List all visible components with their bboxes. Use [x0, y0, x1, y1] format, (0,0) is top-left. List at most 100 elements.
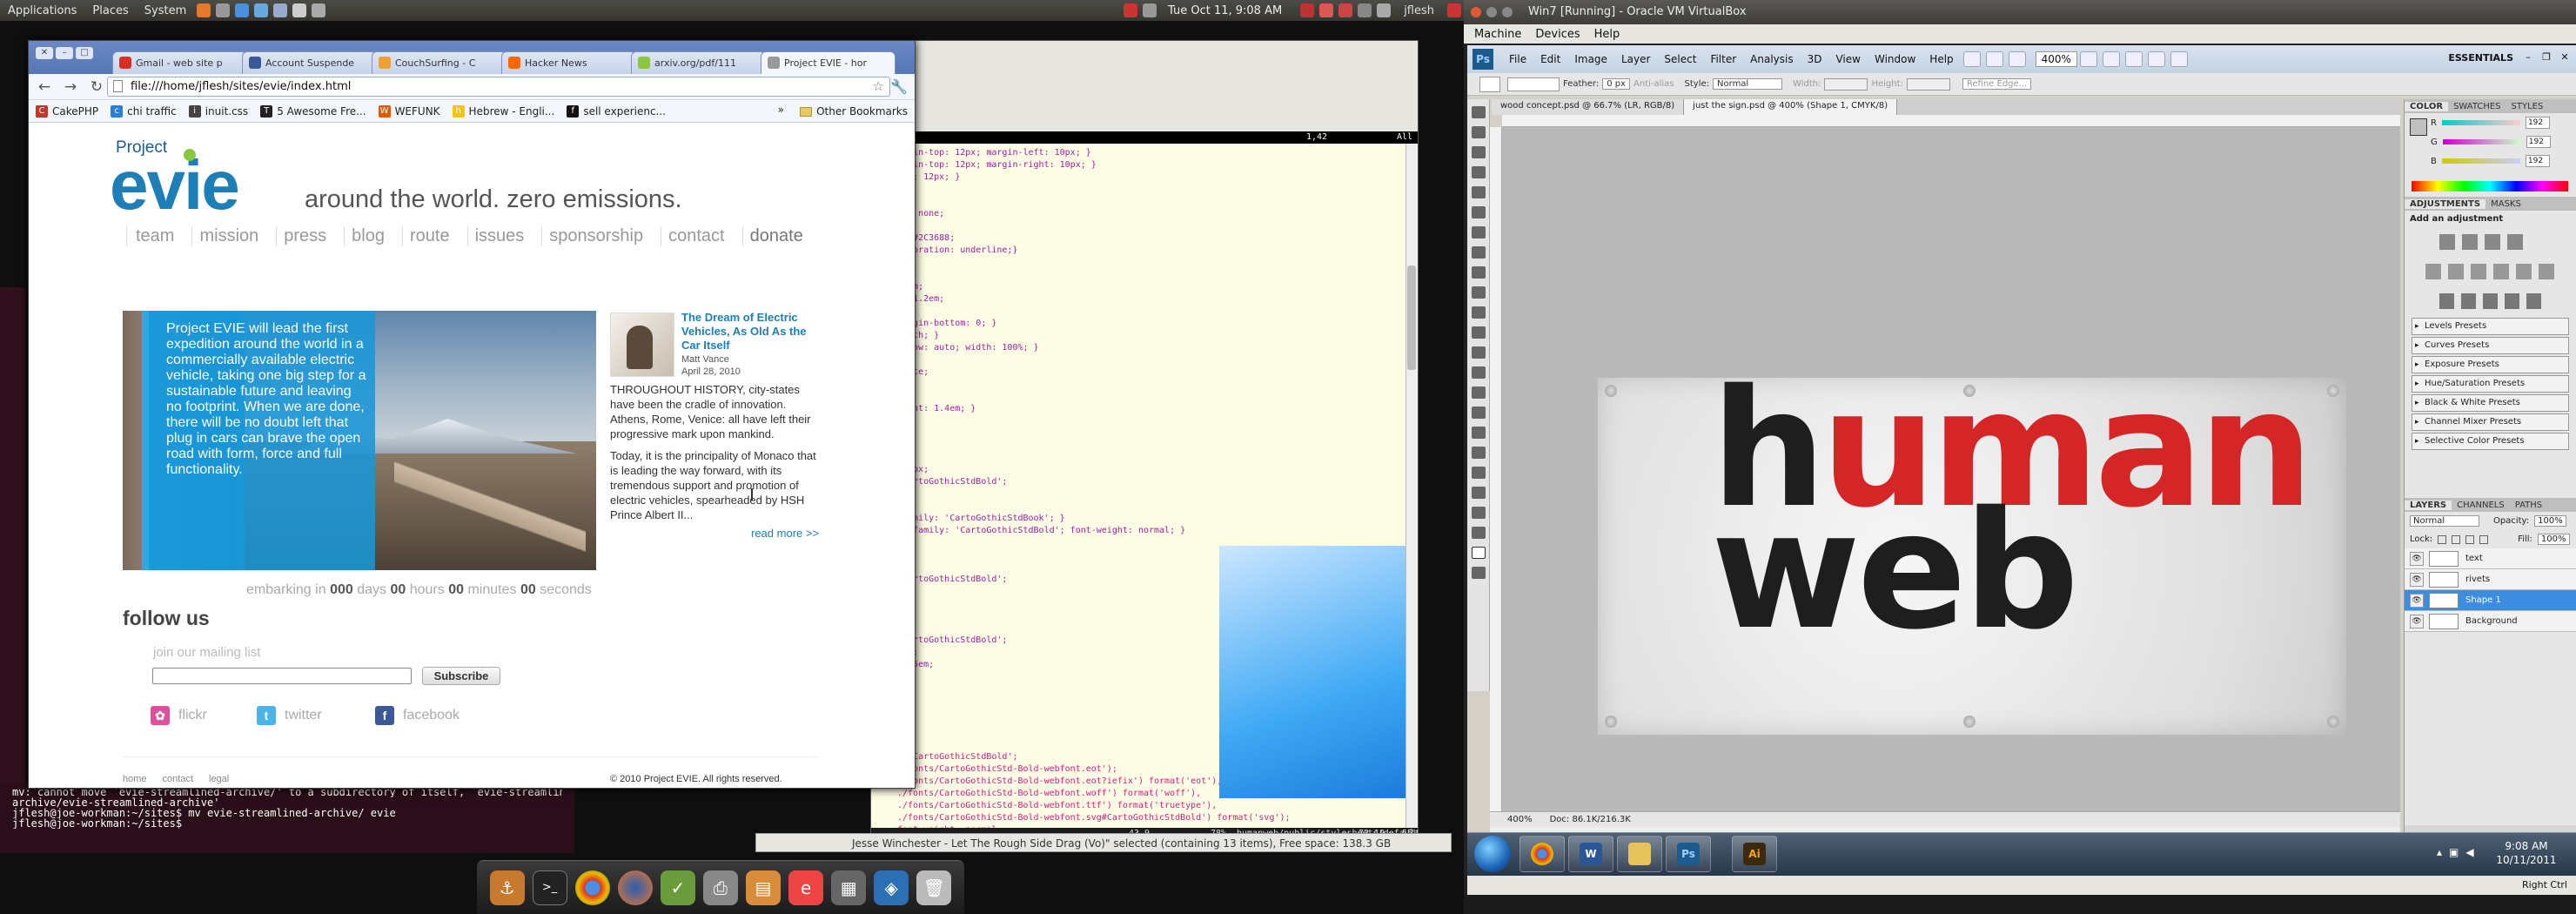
nav-sponsorship[interactable]: sponsorship: [541, 226, 654, 246]
menu-applications[interactable]: Applications: [0, 4, 84, 17]
nav-contact[interactable]: contact: [661, 226, 735, 246]
close-window-icon[interactable]: [1471, 7, 1481, 17]
news-title-link[interactable]: The Dream of Electric Vehicles, As Old A…: [681, 311, 821, 353]
maximize-window-icon[interactable]: [1502, 7, 1513, 17]
thunderbird-launcher-icon[interactable]: [216, 3, 231, 17]
brightness-icon[interactable]: [2439, 234, 2455, 250]
chrome-icon[interactable]: [574, 870, 610, 905]
screen-mode-icon[interactable]: [2170, 51, 2188, 67]
news-thumbnail[interactable]: [610, 313, 674, 377]
indicator-icon[interactable]: [1124, 3, 1137, 17]
nav-issues[interactable]: issues: [466, 226, 535, 246]
browser-tab[interactable]: CouchSurfing - C: [372, 51, 506, 74]
maximize-window-icon[interactable]: □: [76, 47, 93, 59]
ps-menu-3d[interactable]: 3D: [1808, 53, 1822, 65]
gradient-map-icon[interactable]: [2505, 293, 2519, 309]
menu-system[interactable]: System: [137, 4, 194, 17]
tab-styles[interactable]: STYLES: [2506, 102, 2549, 111]
nav-blog[interactable]: blog: [344, 226, 395, 246]
move-tool-icon[interactable]: [1472, 106, 1486, 118]
invert-icon[interactable]: [2439, 293, 2454, 309]
layer-row[interactable]: 👁 rivets: [2405, 569, 2576, 590]
color-r-input[interactable]: 192: [2525, 117, 2550, 129]
minimize-window-icon[interactable]: –: [56, 47, 73, 59]
bookmark-item[interactable]: i inuit.css: [188, 104, 248, 118]
tray-arrow-icon[interactable]: ▴: [2437, 846, 2442, 858]
volume-icon[interactable]: [1377, 3, 1392, 17]
color-swatch-icon[interactable]: [1472, 547, 1486, 559]
ps-menu-analysis[interactable]: Analysis: [1750, 53, 1793, 65]
close-window-icon[interactable]: ✕: [36, 47, 53, 59]
layer-row[interactable]: 👁 text: [2405, 548, 2576, 569]
terminal-icon[interactable]: >_: [532, 870, 567, 905]
levels-icon[interactable]: [2462, 234, 2478, 250]
nav-route[interactable]: route: [401, 226, 460, 246]
code-editor-window[interactable]: 1,42 All argin-top: 12px; margin-left: 1…: [870, 40, 1419, 841]
read-more-link[interactable]: read more >>: [751, 527, 819, 540]
bookmark-item[interactable]: C CakePHP: [36, 104, 98, 118]
nav-press[interactable]: press: [276, 226, 337, 246]
selective-color-icon[interactable]: [2526, 293, 2541, 309]
zoom-tool-icon[interactable]: [2102, 51, 2120, 67]
document-canvas[interactable]: human web: [1502, 127, 2400, 811]
tray-icon[interactable]: [1300, 3, 1315, 17]
history-brush-icon[interactable]: [1472, 286, 1486, 299]
rotate-view-icon[interactable]: [2124, 51, 2143, 67]
folder-icon[interactable]: ▤: [746, 870, 781, 905]
adjustment-preset-item[interactable]: Levels Presets: [2412, 318, 2569, 335]
browser-tab[interactable]: arxiv.org/pdf/111: [631, 51, 766, 74]
lock-transparent-icon[interactable]: [2438, 534, 2447, 544]
chrome-browser-window[interactable]: ✕ – □ Gmail - web site p Account Suspende…: [28, 40, 916, 789]
browser-tab[interactable]: Project EVIE - hor: [761, 51, 896, 74]
quick-mask-icon[interactable]: [1472, 567, 1486, 579]
visibility-eye-icon[interactable]: 👁: [2410, 551, 2424, 566]
browser-tab[interactable]: Account Suspende: [242, 51, 377, 74]
shape-tool-icon[interactable]: [1472, 447, 1486, 459]
menu-places[interactable]: Places: [84, 4, 136, 17]
hue-saturation-icon[interactable]: [2448, 264, 2464, 279]
ps-menu-view[interactable]: View: [1835, 53, 1860, 65]
posterize-icon[interactable]: [2461, 293, 2476, 309]
mail-icon[interactable]: e: [788, 870, 824, 905]
windows-clock[interactable]: 9:08 AM 10/11/2011: [2496, 839, 2557, 867]
scroll-thumb[interactable]: [1407, 265, 1416, 370]
trash-icon[interactable]: 🗑: [916, 870, 952, 905]
layer-row[interactable]: 👁 Background: [2405, 611, 2576, 632]
3d-orbit-icon[interactable]: [1472, 487, 1486, 499]
quick-select-tool-icon[interactable]: [1472, 166, 1486, 178]
ps-menu-filter[interactable]: Filter: [1710, 53, 1736, 65]
tab-masks[interactable]: MASKS: [2485, 199, 2526, 209]
height-input[interactable]: [1906, 77, 1950, 91]
calculator-launcher-icon[interactable]: [312, 3, 326, 17]
chrome-launcher-icon[interactable]: [235, 3, 250, 17]
ruler-vertical[interactable]: [1490, 127, 1502, 811]
tab-color[interactable]: COLOR: [2405, 101, 2449, 111]
layer-row[interactable]: 👁 Shape 1: [2405, 590, 2576, 611]
network-icon[interactable]: ▣: [2449, 846, 2459, 858]
ps-menu-window[interactable]: Window: [1875, 53, 1915, 65]
adjustment-preset-item[interactable]: Black & White Presets: [2412, 394, 2569, 412]
wrench-menu-icon[interactable]: 🔧: [890, 78, 908, 95]
tab-swatches[interactable]: SWATCHES: [2448, 102, 2506, 111]
panel-user[interactable]: jflesh: [1404, 4, 1434, 17]
menu-devices[interactable]: Devices: [1535, 28, 1580, 41]
marquee-tool-icon[interactable]: [1472, 126, 1486, 138]
package-launcher-icon[interactable]: [273, 3, 288, 17]
taskbar-explorer[interactable]: [1617, 836, 1662, 872]
width-input[interactable]: [1824, 77, 1868, 91]
hand-tool-icon[interactable]: [1472, 507, 1486, 519]
brush-tool-icon[interactable]: [1472, 246, 1486, 259]
extras-icon[interactable]: [2008, 51, 2026, 67]
restore-icon[interactable]: ❐: [2539, 50, 2554, 64]
gedit-icon[interactable]: ✓: [660, 870, 695, 905]
ruler-horizontal[interactable]: [1502, 115, 2400, 127]
tray-icon[interactable]: [1338, 3, 1353, 17]
taskbar-photoshop[interactable]: Ps: [1666, 836, 1711, 872]
black-white-icon[interactable]: [2493, 264, 2509, 279]
workspace-switcher[interactable]: ESSENTIALS: [2448, 52, 2513, 64]
nav-donate[interactable]: donate: [741, 226, 814, 246]
flickr-link[interactable]: ✿ flickr: [151, 706, 207, 725]
editor-scrollbar[interactable]: [1405, 144, 1418, 830]
app-launcher-icon[interactable]: [254, 3, 269, 17]
pen-tool-icon[interactable]: [1472, 386, 1486, 399]
